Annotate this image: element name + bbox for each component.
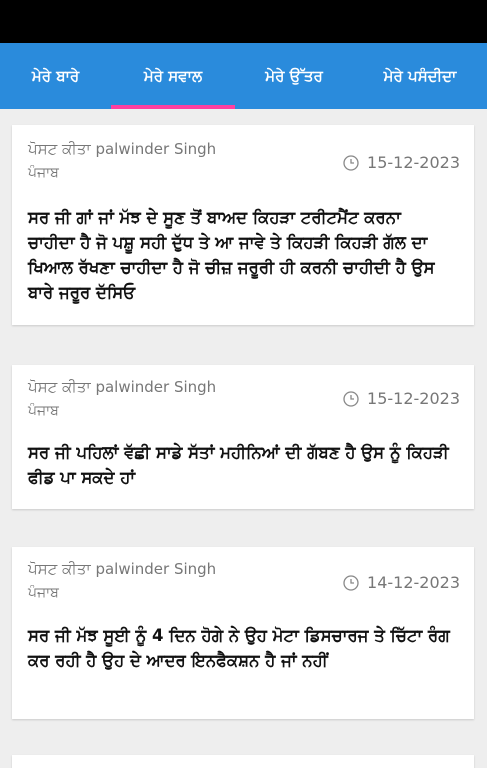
tab-my-answers[interactable]: ਮੇਰੇ ਉੱਤਰ <box>235 43 353 109</box>
clock-icon <box>343 390 359 407</box>
post-date-text: 14-12-2023 <box>367 573 460 592</box>
tab-my-favorites[interactable]: ਮੇਰੇ ਪਸੰਦੀਦਾ <box>353 43 487 109</box>
tab-bar: ਮੇਰੇ ਬਾਰੇ ਮੇਰੇ ਸਵਾਲ ਮੇਰੇ ਉੱਤਰ ਮੇਰੇ ਪਸੰਦੀ… <box>0 43 487 109</box>
post-author: ਪੋਸਟ ਕੀਤਾ palwinder Singh <box>28 140 217 158</box>
question-card[interactable]: ਪੋਸਟ ਕੀਤਾ palwinder Singh ਪੰਜਾਬ 15-12-20… <box>12 365 474 509</box>
tab-my-questions[interactable]: ਮੇਰੇ ਸਵਾਲ <box>111 43 235 109</box>
question-card[interactable]: ਪੋਸਟ ਕੀਤਾ palwinder Singh ਪੰਜਾਬ 15-12-20… <box>12 125 474 325</box>
post-location: ਪੰਜਾਬ <box>28 585 59 601</box>
question-text[interactable]: ਸਰ ਜੀ ਗਾਂ ਜਾਂ ਮੱਝ ਦੇ ਸੂਣ ਤੋਂ ਬਾਅਦ ਕਿਹੜਾ … <box>28 205 452 305</box>
question-text[interactable]: ਸਰ ਜੀ ਪਹਿਲਾਂ ਵੱਛੀ ਸਾਡੇ ਸੱਤਾਂ ਮਹੀਨਿਆਂ ਦੀ … <box>28 440 452 490</box>
question-card[interactable]: ਪੋਸਟ ਕੀਤਾ palwinder Singh ਪੰਜਾਬ 14-12-20… <box>12 547 474 719</box>
post-location: ਪੰਜਾਬ <box>28 165 59 181</box>
question-card[interactable] <box>12 755 474 768</box>
post-date: 15-12-2023 <box>343 153 460 172</box>
post-date-text: 15-12-2023 <box>367 153 460 172</box>
clock-icon <box>343 574 359 591</box>
tab-about-me[interactable]: ਮੇਰੇ ਬਾਰੇ <box>0 43 111 109</box>
post-date: 14-12-2023 <box>343 573 460 592</box>
question-feed[interactable]: ਪੋਸਟ ਕੀਤਾ palwinder Singh ਪੰਜਾਬ 15-12-20… <box>0 109 487 768</box>
clock-icon <box>343 154 359 171</box>
post-author: ਪੋਸਟ ਕੀਤਾ palwinder Singh <box>28 560 217 578</box>
question-text[interactable]: ਸਰ ਜੀ ਮੱਝ ਸੂਈ ਨੂੰ 4 ਦਿਨ ਹੋਗੇ ਨੇ ਉਹ ਮੋਟਾ … <box>28 623 452 673</box>
post-location: ਪੰਜਾਬ <box>28 403 59 419</box>
post-author: ਪੋਸਟ ਕੀਤਾ palwinder Singh <box>28 378 217 396</box>
post-date: 15-12-2023 <box>343 389 460 408</box>
status-bar <box>0 0 487 43</box>
post-date-text: 15-12-2023 <box>367 389 460 408</box>
